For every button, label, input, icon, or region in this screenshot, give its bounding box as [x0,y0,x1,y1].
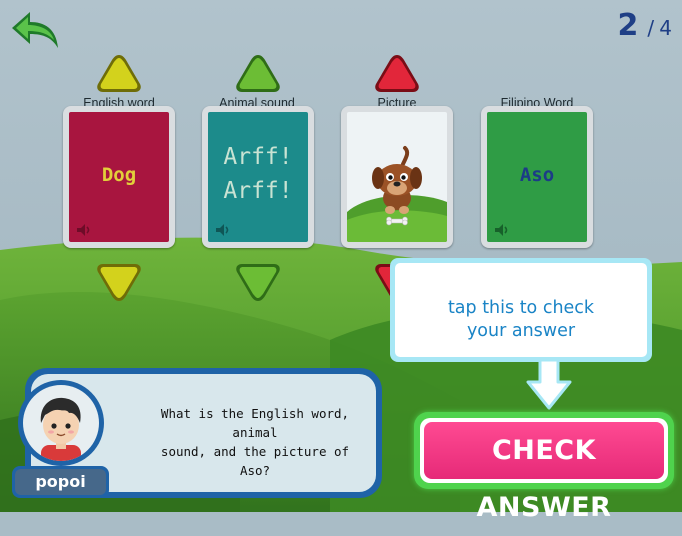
triangle-down-icon [97,264,141,301]
animal-sound-card-face: Arff! Arff! [208,112,308,242]
triangle-down-icon [236,264,280,301]
progress-total: 4 [659,16,672,40]
check-answer-button-face: CHECK ANSWER [424,422,664,523]
boy-avatar-image [40,397,81,461]
progress-current: 2 [617,8,639,43]
speaker-icon [216,224,229,236]
speaker-icon [495,224,508,236]
picture-up-button[interactable] [373,52,421,96]
english-word-card[interactable]: Dog [63,106,175,248]
animal-sound-up-button[interactable] [234,52,282,96]
triangle-up-icon [375,55,419,92]
english-word-card-face: Dog [69,112,169,242]
progress-indicator: 2 / 4 [617,8,672,43]
character-avatar [18,380,104,466]
check-answer-button[interactable]: CHECK ANSWER [414,412,674,523]
filipino-word-card[interactable]: Aso [481,106,593,248]
down-arrow-hint-icon [526,358,572,410]
speaker-icon [77,224,90,236]
avatar-frame [23,385,99,461]
english-word-down-button[interactable] [95,260,143,304]
check-answer-button-frame: CHECK ANSWER [420,418,668,523]
tooltip-body: tap this to check your answer [395,263,647,357]
english-word-text: Dog [101,164,137,186]
character-name-tag: popoi [12,466,109,498]
question-text: What is the English word, animal sound, … [135,404,375,480]
check-answer-tooltip: tap this to check your answer [390,258,652,362]
animal-sound-line-2: Arff! [223,178,293,204]
dog-picture [347,146,447,242]
triangle-up-icon [236,55,280,92]
animal-sound-down-button[interactable] [234,260,282,304]
animal-sound-card[interactable]: Arff! Arff! [202,106,314,248]
check-answer-label: CHECK ANSWER [476,435,612,523]
filipino-word-card-face: Aso [487,112,587,242]
triangle-up-icon [97,55,141,92]
question-line-3: Aso? [239,463,271,478]
character-name: popoi [15,469,106,495]
picture-card[interactable] [341,106,453,248]
back-button[interactable] [8,8,64,56]
progress-separator: / [647,16,655,40]
picture-card-face [347,112,447,242]
question-line-1: What is the English word, animal [160,406,350,440]
filipino-word-text: Aso [519,164,555,186]
animal-sound-line-1: Arff! [223,144,293,170]
back-arrow-icon [12,12,58,48]
question-line-2: sound, and the picture of [160,444,350,459]
english-word-up-button[interactable] [95,52,143,96]
tooltip-line-1: tap this to check [447,298,595,318]
tooltip-line-2: your answer [466,321,576,341]
tooltip-text: tap this to check your answer [395,297,647,343]
